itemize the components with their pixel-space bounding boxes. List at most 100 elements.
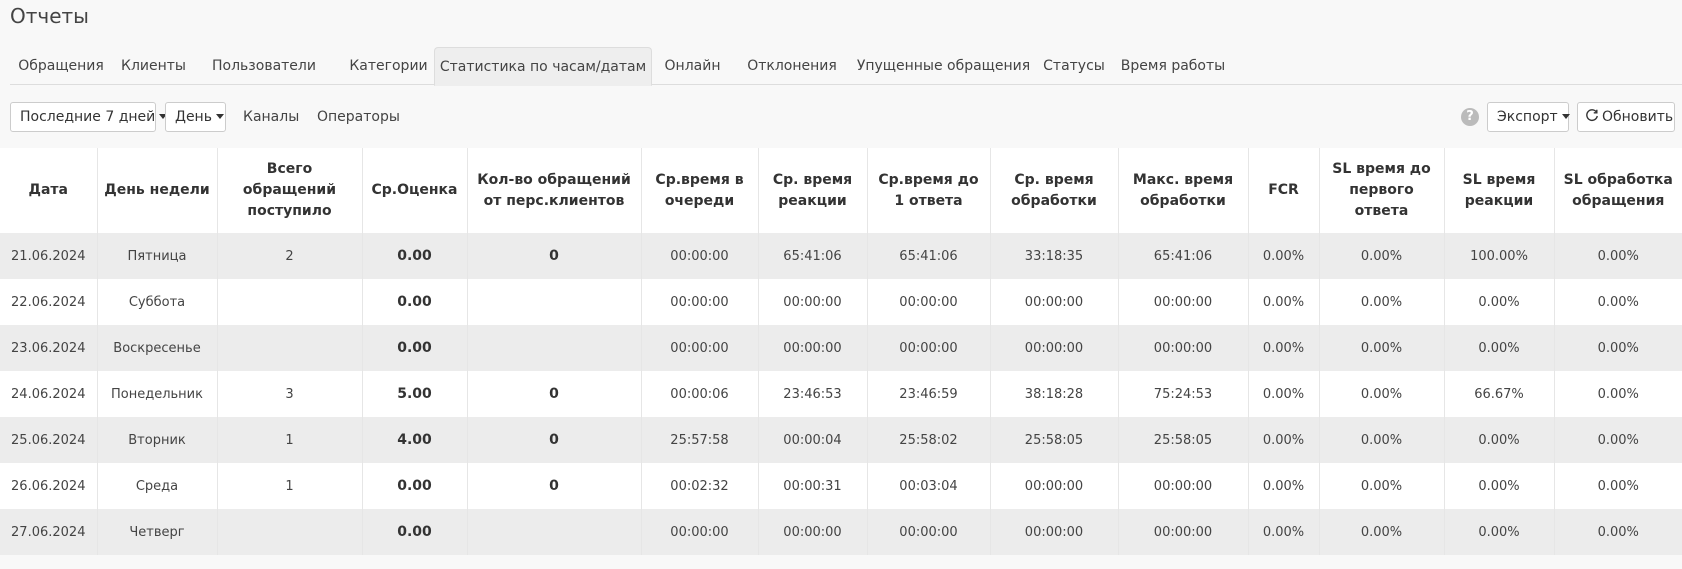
cell-sl-first-response: 0.00% <box>1319 233 1445 279</box>
table-row: 25.06.2024 Вторник 1 4.00 0 25:57:58 00:00:04 2… <box>0 417 1682 463</box>
cell-avg-reaction-time: 00:00:00 <box>758 279 868 325</box>
refresh-button[interactable]: Обновить <box>1577 102 1675 132</box>
cell-avg-rating: 0.00 <box>362 325 468 371</box>
granularity-label: День <box>175 109 212 125</box>
cell-sl-reaction: 0.00% <box>1444 509 1555 555</box>
table-body: 21.06.2024 Пятница 2 0.00 0 00:00:00 65:41:06 6… <box>0 233 1682 555</box>
tab-work-time[interactable]: Время работы <box>1112 47 1234 85</box>
report-tabs: Обращения Клиенты Пользователи Категории… <box>10 47 1682 86</box>
cell-max-processing-time: 00:00:00 <box>1118 279 1249 325</box>
tab-deviations[interactable]: Отклонения <box>733 47 851 85</box>
cell-date: 26.06.2024 <box>0 463 98 509</box>
col-date[interactable]: Дата <box>0 148 98 233</box>
tab-missed-requests[interactable]: Упущенные обращения <box>851 47 1036 85</box>
cell-personal-client-requests <box>467 325 642 371</box>
cell-total-requests <box>217 279 363 325</box>
col-avg-rating[interactable]: Ср.Оценка <box>362 148 468 233</box>
col-avg-first-response[interactable]: Ср.время до 1 ответа <box>867 148 991 233</box>
col-sl-first-response[interactable]: SL время до первого ответа <box>1319 148 1445 233</box>
cell-avg-queue-time: 00:00:00 <box>641 279 759 325</box>
col-avg-processing-time[interactable]: Ср. время обработки <box>990 148 1119 233</box>
period-dropdown[interactable]: Последние 7 дней <box>10 102 168 132</box>
tab-requests[interactable]: Обращения <box>10 47 112 85</box>
cell-sl-processing: 0.00% <box>1554 509 1682 555</box>
cell-sl-processing: 0.00% <box>1554 325 1682 371</box>
table-row: 22.06.2024 Суббота 0.00 00:00:00 00:00:00 00:… <box>0 279 1682 325</box>
tab-statuses[interactable]: Статусы <box>1036 47 1112 85</box>
cell-personal-client-requests: 0 <box>467 371 642 417</box>
granularity-dropdown[interactable]: День <box>165 102 226 132</box>
cell-avg-first-response: 25:58:02 <box>867 417 991 463</box>
cell-avg-processing-time: 00:00:00 <box>990 279 1119 325</box>
cell-avg-queue-time: 00:00:00 <box>641 325 759 371</box>
col-avg-reaction-time[interactable]: Ср. время реакции <box>758 148 868 233</box>
col-personal-client-requests[interactable]: Кол-во обращений от перс.клиентов <box>467 148 642 233</box>
table-row: 27.06.2024 Четверг 0.00 00:00:00 00:00:00 00:… <box>0 509 1682 555</box>
col-sl-reaction[interactable]: SL время реакции <box>1444 148 1555 233</box>
cell-sl-first-response: 0.00% <box>1319 325 1445 371</box>
tab-clients[interactable]: Клиенты <box>112 47 195 85</box>
cell-date: 27.06.2024 <box>0 509 98 555</box>
cell-personal-client-requests <box>467 509 642 555</box>
export-label: Экспорт <box>1497 109 1558 125</box>
question-circle-icon[interactable]: ? <box>1461 108 1479 126</box>
col-total-requests[interactable]: Всего обращений поступило <box>217 148 363 233</box>
cell-fcr: 0.00% <box>1248 325 1320 371</box>
col-avg-queue-time[interactable]: Ср.время в очереди <box>641 148 759 233</box>
table-row: 26.06.2024 Среда 1 0.00 0 00:02:32 00:00:31 00:… <box>0 463 1682 509</box>
cell-avg-first-response: 00:00:00 <box>867 279 991 325</box>
cell-avg-first-response: 00:03:04 <box>867 463 991 509</box>
cell-sl-processing: 0.00% <box>1554 371 1682 417</box>
col-fcr[interactable]: FCR <box>1248 148 1320 233</box>
col-max-processing-time[interactable]: Макс. время обработки <box>1118 148 1249 233</box>
page-title: Отчеты <box>10 4 89 28</box>
cell-max-processing-time: 00:00:00 <box>1118 509 1249 555</box>
cell-max-processing-time: 00:00:00 <box>1118 325 1249 371</box>
period-label: Последние 7 дней <box>20 109 156 125</box>
cell-avg-processing-time: 00:00:00 <box>990 325 1119 371</box>
cell-fcr: 0.00% <box>1248 279 1320 325</box>
cell-avg-first-response: 00:00:00 <box>867 509 991 555</box>
cell-sl-reaction: 0.00% <box>1444 325 1555 371</box>
cell-sl-first-response: 0.00% <box>1319 417 1445 463</box>
cell-avg-queue-time: 00:00:00 <box>641 233 759 279</box>
cell-weekday: Четверг <box>97 509 218 555</box>
cell-personal-client-requests <box>467 279 642 325</box>
export-dropdown[interactable]: Экспорт <box>1487 102 1570 132</box>
cell-sl-first-response: 0.00% <box>1319 509 1445 555</box>
caret-down-icon <box>1561 114 1570 119</box>
cell-personal-client-requests: 0 <box>467 463 642 509</box>
table-row: 24.06.2024 Понедельник 3 5.00 0 00:00:06 23:46… <box>0 371 1682 417</box>
toolbar: Последние 7 дней День Каналы Операторы ?… <box>0 86 1682 148</box>
cell-fcr: 0.00% <box>1248 509 1320 555</box>
cell-fcr: 0.00% <box>1248 233 1320 279</box>
col-sl-processing[interactable]: SL обработка обращения <box>1554 148 1682 233</box>
col-weekday[interactable]: День недели <box>97 148 218 233</box>
cell-avg-reaction-time: 23:46:53 <box>758 371 868 417</box>
cell-sl-processing: 0.00% <box>1554 417 1682 463</box>
tab-categories[interactable]: Категории <box>333 47 444 85</box>
cell-avg-rating: 0.00 <box>362 509 468 555</box>
cell-date: 22.06.2024 <box>0 279 98 325</box>
cell-total-requests <box>217 325 363 371</box>
operators-button[interactable]: Операторы <box>317 102 400 132</box>
cell-max-processing-time: 75:24:53 <box>1118 371 1249 417</box>
tab-stats-by-hours-dates[interactable]: Статистика по часам/датам <box>434 47 652 86</box>
cell-total-requests: 1 <box>217 463 363 509</box>
cell-personal-client-requests: 0 <box>467 233 642 279</box>
cell-max-processing-time: 00:00:00 <box>1118 463 1249 509</box>
cell-avg-reaction-time: 65:41:06 <box>758 233 868 279</box>
cell-avg-processing-time: 38:18:28 <box>990 371 1119 417</box>
cell-avg-queue-time: 25:57:58 <box>641 417 759 463</box>
cell-avg-rating: 4.00 <box>362 417 468 463</box>
tab-online[interactable]: Онлайн <box>652 47 733 85</box>
cell-avg-reaction-time: 00:00:00 <box>758 325 868 371</box>
cell-fcr: 0.00% <box>1248 463 1320 509</box>
cell-sl-first-response: 0.00% <box>1319 279 1445 325</box>
tab-users[interactable]: Пользователи <box>195 47 333 85</box>
cell-sl-reaction: 0.00% <box>1444 463 1555 509</box>
cell-sl-reaction: 0.00% <box>1444 279 1555 325</box>
cell-avg-processing-time: 33:18:35 <box>990 233 1119 279</box>
refresh-label: Обновить <box>1602 109 1674 125</box>
channels-button[interactable]: Каналы <box>243 102 299 132</box>
